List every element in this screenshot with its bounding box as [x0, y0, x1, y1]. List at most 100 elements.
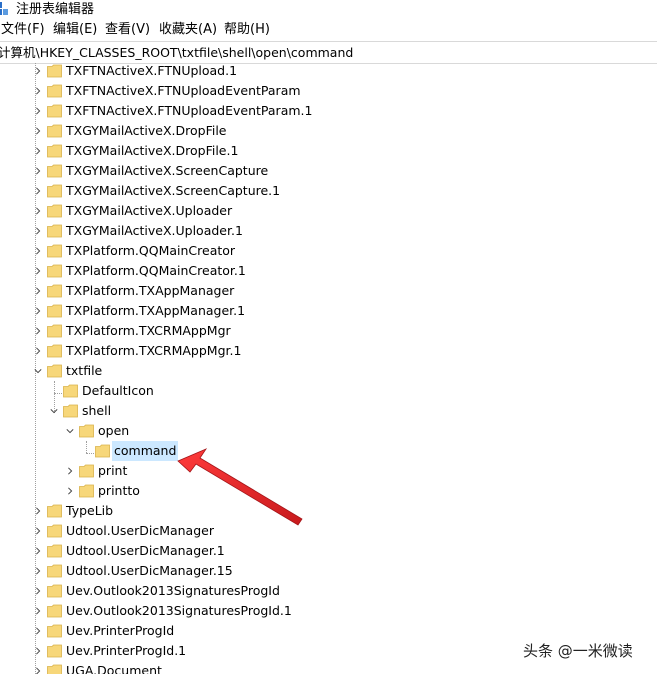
- chevron-right-icon[interactable]: [34, 246, 42, 256]
- chevron-down-icon[interactable]: [50, 406, 58, 416]
- chevron-right-icon[interactable]: [34, 666, 42, 674]
- tree-key-label[interactable]: TXGYMailActiveX.Uploader: [64, 201, 234, 221]
- tree-key-label[interactable]: UGA.Document: [64, 661, 164, 674]
- tree-key-label[interactable]: TXPlatform.QQMainCreator: [64, 241, 237, 261]
- tree-key-label[interactable]: Uev.PrinterProgId: [64, 621, 176, 641]
- tree-row[interactable]: TXPlatform.TXAppManager: [0, 281, 657, 301]
- chevron-right-icon[interactable]: [66, 466, 74, 476]
- tree-row[interactable]: TXGYMailActiveX.DropFile: [0, 121, 657, 141]
- tree-key-label[interactable]: TXGYMailActiveX.DropFile: [64, 121, 228, 141]
- chevron-right-icon[interactable]: [34, 106, 42, 116]
- tree-row[interactable]: Udtool.UserDicManager: [0, 521, 657, 541]
- chevron-down-icon[interactable]: [66, 426, 74, 436]
- tree-key-defaulticon-row[interactable]: DefaultIcon: [0, 381, 657, 401]
- chevron-right-icon[interactable]: [66, 486, 74, 496]
- tree-row[interactable]: Udtool.UserDicManager.1: [0, 541, 657, 561]
- tree-row[interactable]: TXGYMailActiveX.Uploader.1: [0, 221, 657, 241]
- tree-key-printto-row[interactable]: printto: [0, 481, 657, 501]
- chevron-right-icon[interactable]: [34, 286, 42, 296]
- tree-key-label[interactable]: Udtool.UserDicManager.15: [64, 561, 235, 581]
- tree-key-label[interactable]: open: [96, 421, 131, 441]
- tree-key-label[interactable]: command: [112, 441, 179, 461]
- tree-key-label[interactable]: TXFTNActiveX.FTNUploadEventParam.1: [64, 101, 314, 121]
- chevron-right-icon[interactable]: [34, 526, 42, 536]
- chevron-down-icon[interactable]: [34, 366, 42, 376]
- chevron-right-icon[interactable]: [34, 346, 42, 356]
- tree-row[interactable]: TXPlatform.TXCRMAppMgr: [0, 321, 657, 341]
- tree-key-label[interactable]: TXPlatform.TXCRMAppMgr: [64, 321, 233, 341]
- menu-file[interactable]: 文件(F): [0, 20, 46, 40]
- tree-row[interactable]: TXGYMailActiveX.ScreenCapture.1: [0, 181, 657, 201]
- chevron-right-icon[interactable]: [34, 506, 42, 516]
- tree-key-label[interactable]: TXGYMailActiveX.ScreenCapture.1: [64, 181, 282, 201]
- chevron-right-icon[interactable]: [34, 626, 42, 636]
- tree-row[interactable]: TXPlatform.TXCRMAppMgr.1: [0, 341, 657, 361]
- chevron-right-icon[interactable]: [34, 166, 42, 176]
- chevron-right-icon[interactable]: [34, 266, 42, 276]
- tree-key-label[interactable]: TypeLib: [64, 501, 115, 521]
- tree-row[interactable]: Uev.PrinterProgId: [0, 621, 657, 641]
- tree-key-label[interactable]: TXFTNActiveX.FTNUploadEventParam: [64, 81, 303, 101]
- tree-key-print-row[interactable]: print: [0, 461, 657, 481]
- tree-key-label[interactable]: TXPlatform.TXAppManager: [64, 281, 236, 301]
- tree-row[interactable]: Uev.Outlook2013SignaturesProgId.1: [0, 601, 657, 621]
- tree-key-label[interactable]: Uev.Outlook2013SignaturesProgId.1: [64, 601, 294, 621]
- tree-key-label[interactable]: TXPlatform.QQMainCreator.1: [64, 261, 248, 281]
- address-path[interactable]: 计算机\HKEY_CLASSES_ROOT\txtfile\shell\open…: [0, 42, 353, 63]
- chevron-right-icon[interactable]: [34, 206, 42, 216]
- chevron-right-icon[interactable]: [34, 546, 42, 556]
- tree-row[interactable]: TypeLib: [0, 501, 657, 521]
- tree-row[interactable]: UGA.Document: [0, 661, 657, 674]
- menu-view[interactable]: 查看(V): [104, 20, 151, 40]
- chevron-right-icon[interactable]: [34, 66, 42, 76]
- chevron-right-icon[interactable]: [34, 566, 42, 576]
- tree-key-shell-row[interactable]: shell: [0, 401, 657, 421]
- menu-edit[interactable]: 编辑(E): [52, 20, 98, 40]
- chevron-right-icon[interactable]: [34, 186, 42, 196]
- chevron-right-icon[interactable]: [34, 86, 42, 96]
- folder-icon: [47, 204, 62, 218]
- chevron-right-icon[interactable]: [34, 306, 42, 316]
- tree-row[interactable]: TXFTNActiveX.FTNUploadEventParam: [0, 81, 657, 101]
- tree-key-label[interactable]: printto: [96, 481, 142, 501]
- tree-key-label[interactable]: TXPlatform.TXCRMAppMgr.1: [64, 341, 243, 361]
- chevron-right-icon[interactable]: [34, 146, 42, 156]
- tree-row[interactable]: TXFTNActiveX.FTNUploadEventParam.1: [0, 101, 657, 121]
- tree-key-label[interactable]: Uev.Outlook2013SignaturesProgId: [64, 581, 282, 601]
- tree-key-label[interactable]: TXGYMailActiveX.DropFile.1: [64, 141, 240, 161]
- tree-key-label[interactable]: TXFTNActiveX.FTNUpload.1: [64, 63, 239, 81]
- tree-row[interactable]: TXGYMailActiveX.DropFile.1: [0, 141, 657, 161]
- tree-row[interactable]: TXPlatform.QQMainCreator.1: [0, 261, 657, 281]
- tree-key-label[interactable]: print: [96, 461, 129, 481]
- tree-key-label[interactable]: Udtool.UserDicManager.1: [64, 541, 227, 561]
- tree-row[interactable]: TXPlatform.TXAppManager.1: [0, 301, 657, 321]
- chevron-right-icon[interactable]: [34, 126, 42, 136]
- tree-key-label[interactable]: txtfile: [64, 361, 104, 381]
- tree-row[interactable]: TXGYMailActiveX.Uploader: [0, 201, 657, 221]
- chevron-right-icon[interactable]: [34, 586, 42, 596]
- tree-key-command-row[interactable]: command: [0, 441, 657, 461]
- tree-row[interactable]: Uev.Outlook2013SignaturesProgId: [0, 581, 657, 601]
- tree-key-label[interactable]: shell: [80, 401, 113, 421]
- tree-row[interactable]: TXPlatform.QQMainCreator: [0, 241, 657, 261]
- folder-icon: [63, 384, 78, 398]
- tree-row[interactable]: TXGYMailActiveX.ScreenCapture: [0, 161, 657, 181]
- chevron-right-icon[interactable]: [34, 226, 42, 236]
- tree-row[interactable]: Udtool.UserDicManager.15: [0, 561, 657, 581]
- tree-key-label[interactable]: Uev.PrinterProgId.1: [64, 641, 188, 661]
- menu-favorites[interactable]: 收藏夹(A): [158, 20, 218, 40]
- tree-key-label[interactable]: TXGYMailActiveX.ScreenCapture: [64, 161, 270, 181]
- tree-key-open-row[interactable]: open: [0, 421, 657, 441]
- tree-key-label[interactable]: TXGYMailActiveX.Uploader.1: [64, 221, 245, 241]
- chevron-right-icon[interactable]: [34, 606, 42, 616]
- tree-row[interactable]: TXFTNActiveX.FTNUpload.1: [0, 63, 657, 81]
- menu-help[interactable]: 帮助(H): [223, 20, 271, 40]
- folder-icon: [47, 544, 62, 558]
- tree-key-txtfile-row[interactable]: txtfile: [0, 361, 657, 381]
- tree-key-label[interactable]: TXPlatform.TXAppManager.1: [64, 301, 247, 321]
- chevron-right-icon[interactable]: [34, 646, 42, 656]
- chevron-right-icon[interactable]: [34, 326, 42, 336]
- tree-key-label[interactable]: DefaultIcon: [80, 381, 156, 401]
- address-bar[interactable]: 计算机\HKEY_CLASSES_ROOT\txtfile\shell\open…: [0, 41, 657, 64]
- folder-icon: [47, 324, 62, 338]
